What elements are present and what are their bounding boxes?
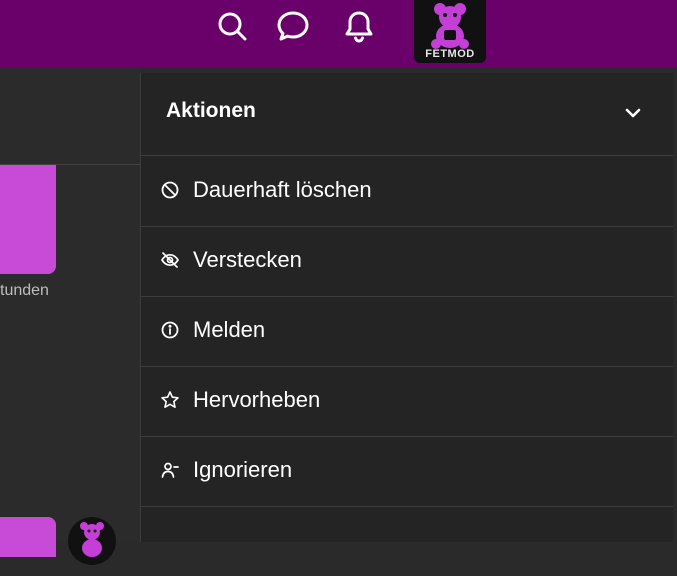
message-bubble[interactable] xyxy=(0,517,56,557)
action-label: Hervorheben xyxy=(193,387,321,412)
action-label: Melden xyxy=(193,317,266,342)
ban-icon xyxy=(160,180,180,200)
bear-logo-icon xyxy=(80,522,104,557)
scrollbar-track[interactable] xyxy=(673,68,677,542)
user-avatar[interactable]: FETMOD xyxy=(414,0,486,63)
action-ignore[interactable]: Ignorieren xyxy=(141,436,674,507)
action-highlight[interactable]: Hervorheben xyxy=(141,366,674,437)
user-minus-icon xyxy=(160,460,180,480)
panel-title: Aktionen xyxy=(166,99,256,122)
chat-icon[interactable] xyxy=(276,9,310,43)
action-more[interactable] xyxy=(141,506,674,576)
action-hide[interactable]: Verstecken xyxy=(141,226,674,297)
timestamp-fragment: tunden xyxy=(0,282,49,299)
action-label: Verstecken xyxy=(193,247,302,272)
bear-logo-icon xyxy=(431,3,469,49)
action-report[interactable]: Melden xyxy=(141,296,674,367)
top-bar: FETMOD xyxy=(0,0,677,68)
action-label: Dauerhaft löschen xyxy=(193,177,372,202)
star-icon xyxy=(160,390,180,410)
action-delete-permanently[interactable]: Dauerhaft löschen xyxy=(141,156,674,227)
avatar-text: FETMOD xyxy=(425,48,475,60)
actions-panel: Aktionen Dauerhaft löschen Verstecken Me… xyxy=(140,73,674,542)
actions-header[interactable]: Aktionen xyxy=(141,73,674,156)
bell-icon[interactable] xyxy=(342,9,376,43)
action-label: Ignorieren xyxy=(193,457,293,482)
search-icon[interactable] xyxy=(215,9,249,43)
avatar[interactable] xyxy=(68,517,116,565)
content-background xyxy=(0,68,140,542)
chevron-down-icon[interactable] xyxy=(622,102,644,124)
eye-off-icon xyxy=(160,250,180,270)
message-bubble[interactable] xyxy=(0,165,56,274)
info-icon xyxy=(160,320,180,340)
